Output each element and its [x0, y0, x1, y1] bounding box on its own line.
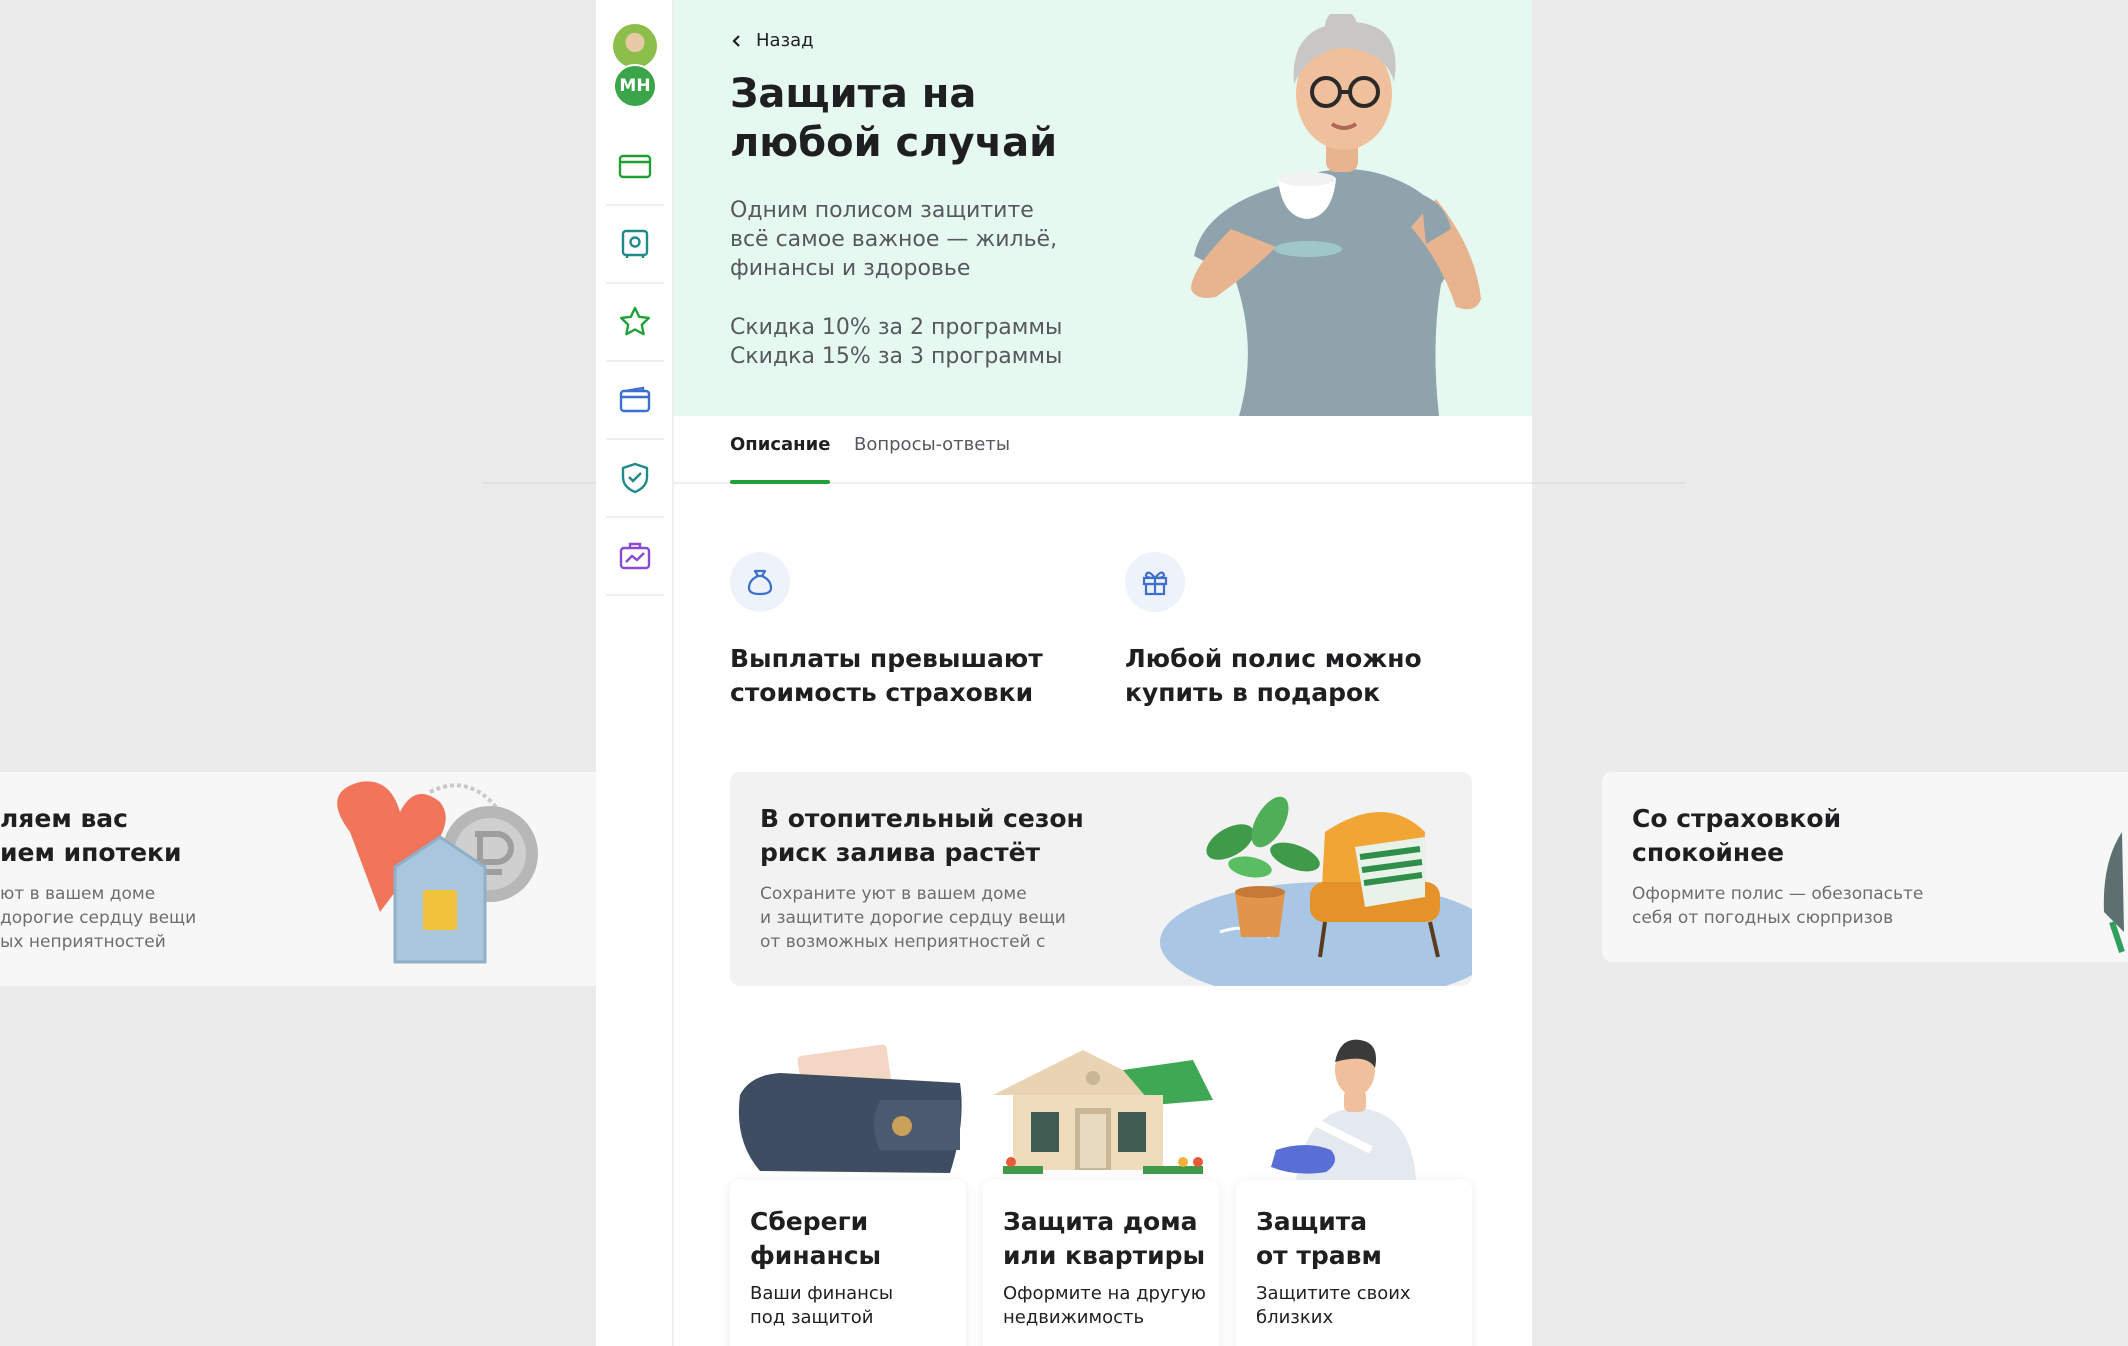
product-title: Защита от травм: [1256, 1207, 1382, 1270]
avatar[interactable]: [613, 24, 657, 68]
product-card-injury[interactable]: Защита от травм Защитите своих близких: [1236, 1030, 1472, 1346]
tab-faq[interactable]: Вопросы-ответы: [854, 434, 1010, 484]
back-label: Назад: [756, 30, 814, 51]
sidebar-item-favorites[interactable]: [606, 284, 664, 362]
person-illustration: [2103, 832, 2125, 953]
discount-list: Скидка 10% за 2 программы Скидка 15% за …: [730, 313, 1062, 371]
feature-title: Любой полис можно купить в подарок: [1125, 644, 1422, 707]
feature-title: Выплаты превышают стоимость страховки: [730, 644, 1043, 707]
shield-check-icon: [621, 462, 649, 494]
product-card-home[interactable]: Защита дома или квартиры Оформите на дру…: [983, 1030, 1219, 1346]
promo-title: ляем вас ием ипотеки: [0, 804, 182, 867]
hero-section: Назад Защита на любой случай Одним полис…: [674, 0, 1532, 416]
sidebar-item-wallet[interactable]: [606, 362, 664, 440]
product-subtitle: Оформите на другую недвижимость: [1003, 1283, 1206, 1328]
discount-item: Скидка 15% за 3 программы: [730, 344, 1063, 369]
sidebar-item-deposits[interactable]: [606, 206, 664, 284]
promo-title: Со страховкой спокойнее: [1632, 804, 1842, 867]
banner-title: В отопительный сезон риск залива растёт: [760, 804, 1084, 867]
sidebar-item-insurance[interactable]: [606, 440, 664, 518]
armchair-plant-illustration: [1160, 796, 1472, 986]
wallet-illustration: [738, 1044, 962, 1173]
sidebar-item-investments[interactable]: [606, 518, 664, 596]
sidebar-item-cards[interactable]: [606, 128, 664, 206]
hero-description: Одним полисом защитите всё самое важное …: [730, 198, 1058, 281]
promo-text: Оформите полис — обезопасьте себя от пог…: [1632, 884, 1924, 928]
product-subtitle: Ваши финансы под защитой: [750, 1283, 894, 1328]
avatar-initials[interactable]: МН: [613, 64, 657, 108]
money-bag-icon: [747, 569, 773, 596]
star-icon: [620, 306, 650, 336]
safe-icon: [621, 229, 649, 258]
tab-description[interactable]: Описание: [730, 434, 831, 484]
back-button[interactable]: Назад: [730, 30, 814, 51]
feature-icon-wrap: [1125, 552, 1185, 612]
main-content: Назад Защита на любой случай Одним полис…: [674, 0, 1532, 1346]
chevron-left-icon: [732, 34, 740, 47]
feature-icon-wrap: [730, 552, 790, 612]
banner-text: Сохраните уют в вашем доме и защитите до…: [760, 884, 1066, 952]
wallet-icon: [619, 386, 651, 413]
feature-payouts: Выплаты превышают стоимость страховки: [730, 552, 1070, 710]
product-title: Защита дома или квартиры: [1003, 1207, 1206, 1270]
app-window: МН Назад Защита на любой случай Одним по…: [596, 0, 1532, 1346]
grandmother-illustration: [1191, 14, 1481, 416]
promo-text: ют в вашем доме дорогие сердцу вещи ых н…: [0, 884, 197, 952]
tab-bar: Описание Вопросы-ответы: [674, 416, 1532, 484]
heating-season-banner[interactable]: В отопительный сезон риск залива растёт …: [730, 772, 1472, 986]
house-illustration: [993, 1050, 1213, 1174]
sidebar: МН: [596, 0, 674, 1346]
briefcase-chart-icon: [619, 542, 651, 570]
product-card-finance[interactable]: Сбереги финансы Ваши финансы под защитой: [730, 1030, 966, 1346]
page-title: Защита на любой случай: [730, 71, 1058, 166]
product-title: Сбереги финансы: [750, 1207, 882, 1270]
card-icon: [618, 154, 652, 179]
keys-illustration: [337, 781, 538, 964]
promo-card-mortgage[interactable]: ляем вас ием ипотеки ют в вашем доме дор…: [0, 772, 596, 986]
injured-man-illustration: [1271, 1039, 1416, 1180]
product-subtitle: Защитите своих близких: [1256, 1283, 1411, 1328]
discount-item: Скидка 10% за 2 программы: [730, 315, 1063, 340]
feature-gift: Любой полис можно купить в подарок: [1125, 552, 1465, 710]
gift-icon: [1142, 571, 1168, 596]
promo-card-weather[interactable]: Со страховкой спокойнее Оформите полис —…: [1602, 772, 2128, 962]
